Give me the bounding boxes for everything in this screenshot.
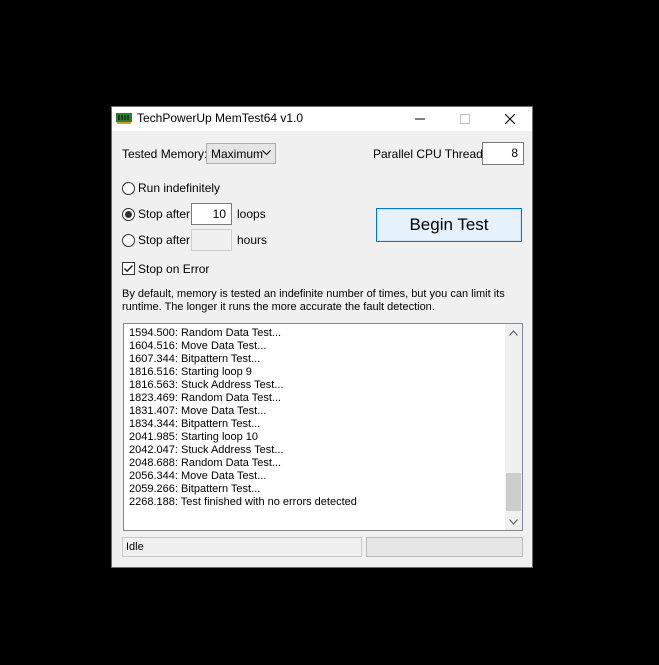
log-lines: 1594.500: Random Data Test... 1604.516: M… [129,327,504,509]
run-indefinitely-label[interactable]: Run indefinitely [138,181,220,195]
close-icon [504,114,515,124]
parallel-threads-label: Parallel CPU Threads: [373,147,493,161]
app-window: TechPowerUp MemTest64 v1.0 Tested Memory… [111,106,533,568]
scroll-down-button[interactable] [505,513,522,530]
scroll-thumb[interactable] [506,473,521,511]
window-title: TechPowerUp MemTest64 v1.0 [137,111,304,125]
run-indefinitely-radio[interactable] [122,182,135,195]
tested-memory-value: Maximum [211,147,264,161]
log-output[interactable]: 1594.500: Random Data Test... 1604.516: M… [123,323,523,531]
log-line: 2268.188: Test finished with no errors d… [129,496,357,508]
log-line: 1607.344: Bitpattern Test... [129,353,261,365]
log-line: 1823.469: Random Data Test... [129,392,282,404]
chevron-down-icon [509,518,518,525]
close-button[interactable] [487,107,532,131]
loops-input[interactable]: 10 [191,203,232,225]
scroll-up-button[interactable] [505,324,522,341]
tested-memory-label: Tested Memory: [122,147,208,161]
title-bar[interactable]: TechPowerUp MemTest64 v1.0 [112,107,532,131]
stop-after-loops-label[interactable]: Stop after [138,207,190,221]
maximize-icon [459,114,470,124]
stop-on-error-label[interactable]: Stop on Error [138,262,209,276]
log-line: 1834.344: Bitpattern Test... [129,418,261,430]
minimize-icon [414,118,425,120]
memory-chip-icon [116,113,132,124]
log-line: 2042.047: Stuck Address Test... [129,444,284,456]
stop-on-error-checkbox[interactable] [122,262,135,275]
status-field: Idle [122,537,362,557]
tested-memory-select[interactable]: Maximum [206,143,276,164]
log-line: 2056.344: Move Data Test... [129,470,267,482]
hours-input[interactable] [191,229,232,251]
parallel-threads-input[interactable]: 8 [482,142,524,165]
progress-bar [366,537,523,557]
log-line: 1816.516: Starting loop 9 [129,366,252,378]
status-text: Idle [126,541,144,553]
stop-after-loops-radio[interactable] [122,208,135,221]
description-text: By default, memory is tested an indefini… [122,288,505,313]
log-line: 1831.407: Move Data Test... [129,405,267,417]
stop-after-hours-radio[interactable] [122,234,135,247]
chevron-down-icon [262,150,271,156]
chevron-up-icon [509,329,518,336]
stop-after-hours-label[interactable]: Stop after [138,233,190,247]
log-scrollbar[interactable] [505,324,522,530]
log-line: 2059.266: Bitpattern Test... [129,483,261,495]
log-line: 2048.688: Random Data Test... [129,457,282,469]
minimize-button[interactable] [397,107,442,131]
hours-unit-label: hours [237,233,268,247]
loops-unit-label: loops [237,207,266,221]
maximize-button[interactable] [442,107,487,131]
log-line: 2041.985: Starting loop 10 [129,431,259,443]
begin-test-button[interactable]: Begin Test [376,208,522,242]
checkmark-icon [124,265,134,273]
log-line: 1604.516: Move Data Test... [129,340,267,352]
log-line: 1594.500: Random Data Test... [129,327,282,339]
log-line: 1816.563: Stuck Address Test... [129,379,284,391]
